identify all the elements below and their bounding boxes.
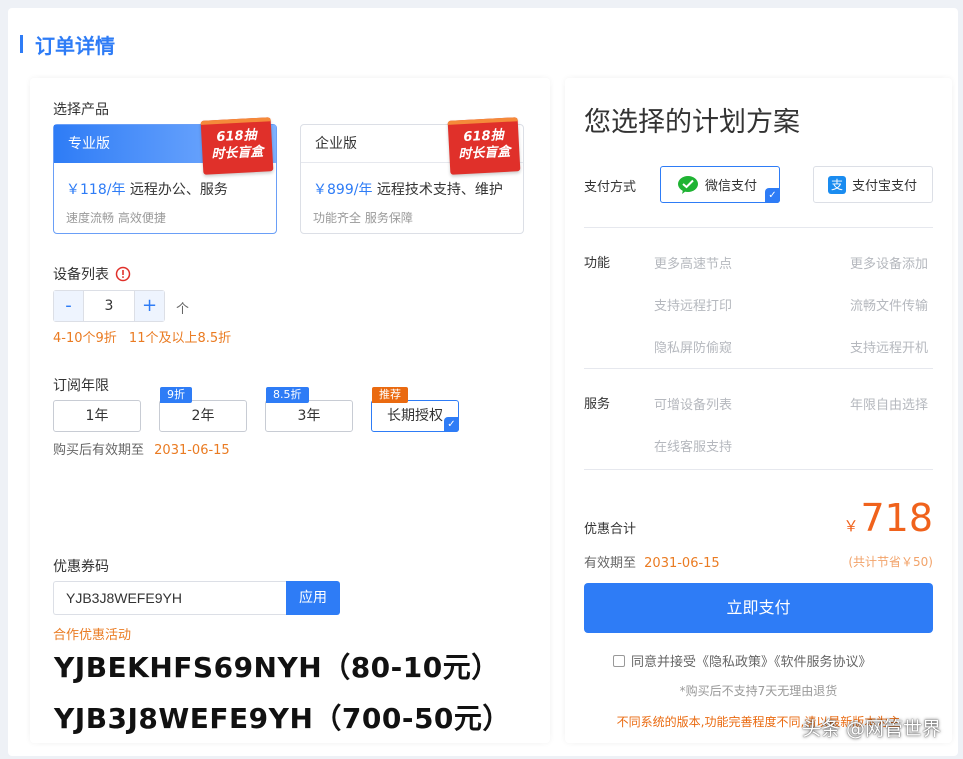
alipay-option[interactable]: 支 支付宝支付 bbox=[813, 166, 933, 203]
increment-button[interactable]: + bbox=[135, 291, 164, 321]
promo-code-2: YJB3J8WEFE9YH（700-50元） bbox=[54, 702, 511, 735]
no-refund-note: *购买后不支持7天无理由退货 bbox=[679, 684, 838, 698]
device-quantity-stepper: - 3 + bbox=[53, 290, 165, 322]
product-card-enterprise[interactable]: 企业版 618抽 时长盲盒 ￥899/年 远程技术支持、维护 功能齐全 服务保障 bbox=[300, 117, 524, 234]
service-item: 年限自由选择 bbox=[849, 398, 928, 413]
divider bbox=[584, 469, 933, 470]
device-discount-info: 4-10个9折 11个及以上8.5折 bbox=[53, 327, 231, 346]
divider bbox=[584, 227, 933, 228]
product-price-desc: 远程技术支持、维护 bbox=[376, 182, 503, 198]
product-label: 选择产品 bbox=[53, 102, 109, 118]
year-option-lifetime[interactable]: 推荐 长期授权 ✓ bbox=[371, 387, 459, 432]
promo-code-1: YJBEKHFS69NYH（80-10元） bbox=[54, 651, 500, 684]
wechat-pay-option[interactable]: 微信支付 ✓ bbox=[660, 166, 780, 203]
product-price-desc: 远程办公、服务 bbox=[129, 182, 228, 198]
product-price: ￥118/年 bbox=[66, 182, 126, 198]
total-price: ￥ 718 bbox=[843, 496, 933, 540]
decrement-button[interactable]: - bbox=[54, 291, 83, 321]
feature-item: 支持远程开机 bbox=[849, 341, 928, 356]
feature-item: 更多设备添加 bbox=[849, 257, 928, 272]
plan-summary-card: 您选择的计划方案 支付方式 微信支付 ✓ 支 支付宝支付 功能 更多高速节点 更… bbox=[565, 78, 952, 743]
device-list-label: 设备列表 bbox=[53, 267, 109, 283]
year-option-label: 1年 bbox=[85, 408, 109, 424]
year-option-label: 长期授权 bbox=[387, 408, 443, 424]
source-watermark: 头条 @网管世界 bbox=[801, 718, 941, 740]
pay-now-button[interactable]: 立即支付 bbox=[584, 583, 933, 633]
total-label: 优惠合计 bbox=[584, 522, 637, 537]
payment-method-label: 支付方式 bbox=[584, 180, 637, 195]
alipay-icon: 支 bbox=[828, 175, 846, 194]
savings-note: (共计节省￥50) bbox=[848, 555, 933, 569]
order-options-card: 选择产品 专业版 618抽 时长盲盒 ￥118/年 远程办公、服务 速度流畅 高… bbox=[30, 78, 550, 743]
page-heading: 订单详情 bbox=[20, 32, 115, 58]
page-container: 订单详情 选择产品 专业版 618抽 时长盲盒 ￥118/年 远程办公、服务 速… bbox=[8, 8, 958, 756]
year-option-label: 3年 bbox=[297, 408, 321, 424]
alipay-label: 支付宝支付 bbox=[852, 179, 918, 194]
page-title: 订单详情 bbox=[35, 33, 115, 58]
product-card-pro[interactable]: 专业版 618抽 时长盲盒 ￥118/年 远程办公、服务 速度流畅 高效便捷 bbox=[53, 117, 277, 234]
expiry-prefix: 购买后有效期至 bbox=[53, 443, 145, 458]
product-price-row: ￥899/年 远程技术支持、维护 bbox=[313, 179, 503, 199]
year-option-1[interactable]: 1年 bbox=[53, 400, 141, 432]
agreement-row: 同意并接受《隐私政策》《软件服务协议》 bbox=[613, 651, 872, 670]
agree-checkbox[interactable] bbox=[613, 654, 625, 667]
promo-badge-line2: 时长盲盒 bbox=[211, 144, 264, 163]
service-item: 可增设备列表 bbox=[654, 398, 733, 413]
selected-check-icon: ✓ bbox=[765, 188, 780, 203]
product-desc: 速度流畅 高效便捷 bbox=[66, 211, 166, 225]
total-amount: 718 bbox=[860, 496, 933, 540]
promo-badge: 618抽 时长盲盒 bbox=[447, 117, 521, 175]
coupon-input[interactable]: YJB3J8WEFE9YH bbox=[53, 581, 286, 615]
year-option-2[interactable]: 9折 2年 bbox=[159, 387, 247, 432]
expiry-date: 2031-06-15 bbox=[644, 556, 720, 571]
coupon-label: 优惠券码 bbox=[53, 559, 109, 575]
promo-badge: 618抽 时长盲盒 bbox=[200, 117, 274, 175]
features-label: 功能 bbox=[584, 256, 611, 271]
heading-accent-bar bbox=[20, 35, 23, 53]
discount-tier-1: 4-10个9折 bbox=[53, 331, 117, 346]
discount-tag: 9折 bbox=[160, 387, 192, 403]
feature-item: 流畅文件传输 bbox=[849, 299, 928, 314]
partner-promo-label: 合作优惠活动 bbox=[53, 628, 132, 643]
recommended-tag: 推荐 bbox=[372, 387, 408, 403]
product-price: ￥899/年 bbox=[313, 182, 373, 198]
services-label: 服务 bbox=[584, 397, 611, 412]
service-item: 在线客服支持 bbox=[654, 440, 733, 455]
device-count-input[interactable]: 3 bbox=[83, 291, 135, 321]
feature-item: 隐私屏防偷窥 bbox=[654, 341, 733, 356]
device-unit: 个 bbox=[176, 302, 190, 317]
product-desc: 功能齐全 服务保障 bbox=[313, 211, 413, 225]
product-price-row: ￥118/年 远程办公、服务 bbox=[66, 179, 228, 199]
agreement-text[interactable]: 同意并接受《隐私政策》《软件服务协议》 bbox=[631, 651, 872, 670]
wechat-icon bbox=[678, 175, 698, 194]
expiry-date: 2031-06-15 bbox=[154, 443, 230, 458]
plan-expiry: 有效期至 2031-06-15 bbox=[584, 552, 720, 571]
currency-symbol: ￥ bbox=[843, 517, 859, 535]
wechat-pay-label: 微信支付 bbox=[705, 179, 758, 194]
device-list-heading: 设备列表 bbox=[53, 264, 131, 284]
subscription-expiry: 购买后有效期至 2031-06-15 bbox=[53, 439, 230, 458]
expiry-prefix: 有效期至 bbox=[584, 556, 637, 571]
subscription-label: 订阅年限 bbox=[53, 378, 109, 394]
promo-badge-line2: 时长盲盒 bbox=[458, 144, 511, 163]
warning-icon[interactable] bbox=[115, 266, 131, 282]
feature-item: 更多高速节点 bbox=[654, 257, 733, 272]
year-option-label: 2年 bbox=[191, 408, 215, 424]
apply-coupon-button[interactable]: 应用 bbox=[286, 581, 340, 615]
selected-check-icon: ✓ bbox=[444, 417, 459, 432]
discount-tag: 8.5折 bbox=[266, 387, 309, 403]
feature-item: 支持远程打印 bbox=[654, 299, 733, 314]
discount-tier-2: 11个及以上8.5折 bbox=[128, 331, 232, 346]
divider bbox=[584, 368, 933, 369]
plan-title: 您选择的计划方案 bbox=[584, 107, 800, 138]
year-option-3[interactable]: 8.5折 3年 bbox=[265, 387, 353, 432]
